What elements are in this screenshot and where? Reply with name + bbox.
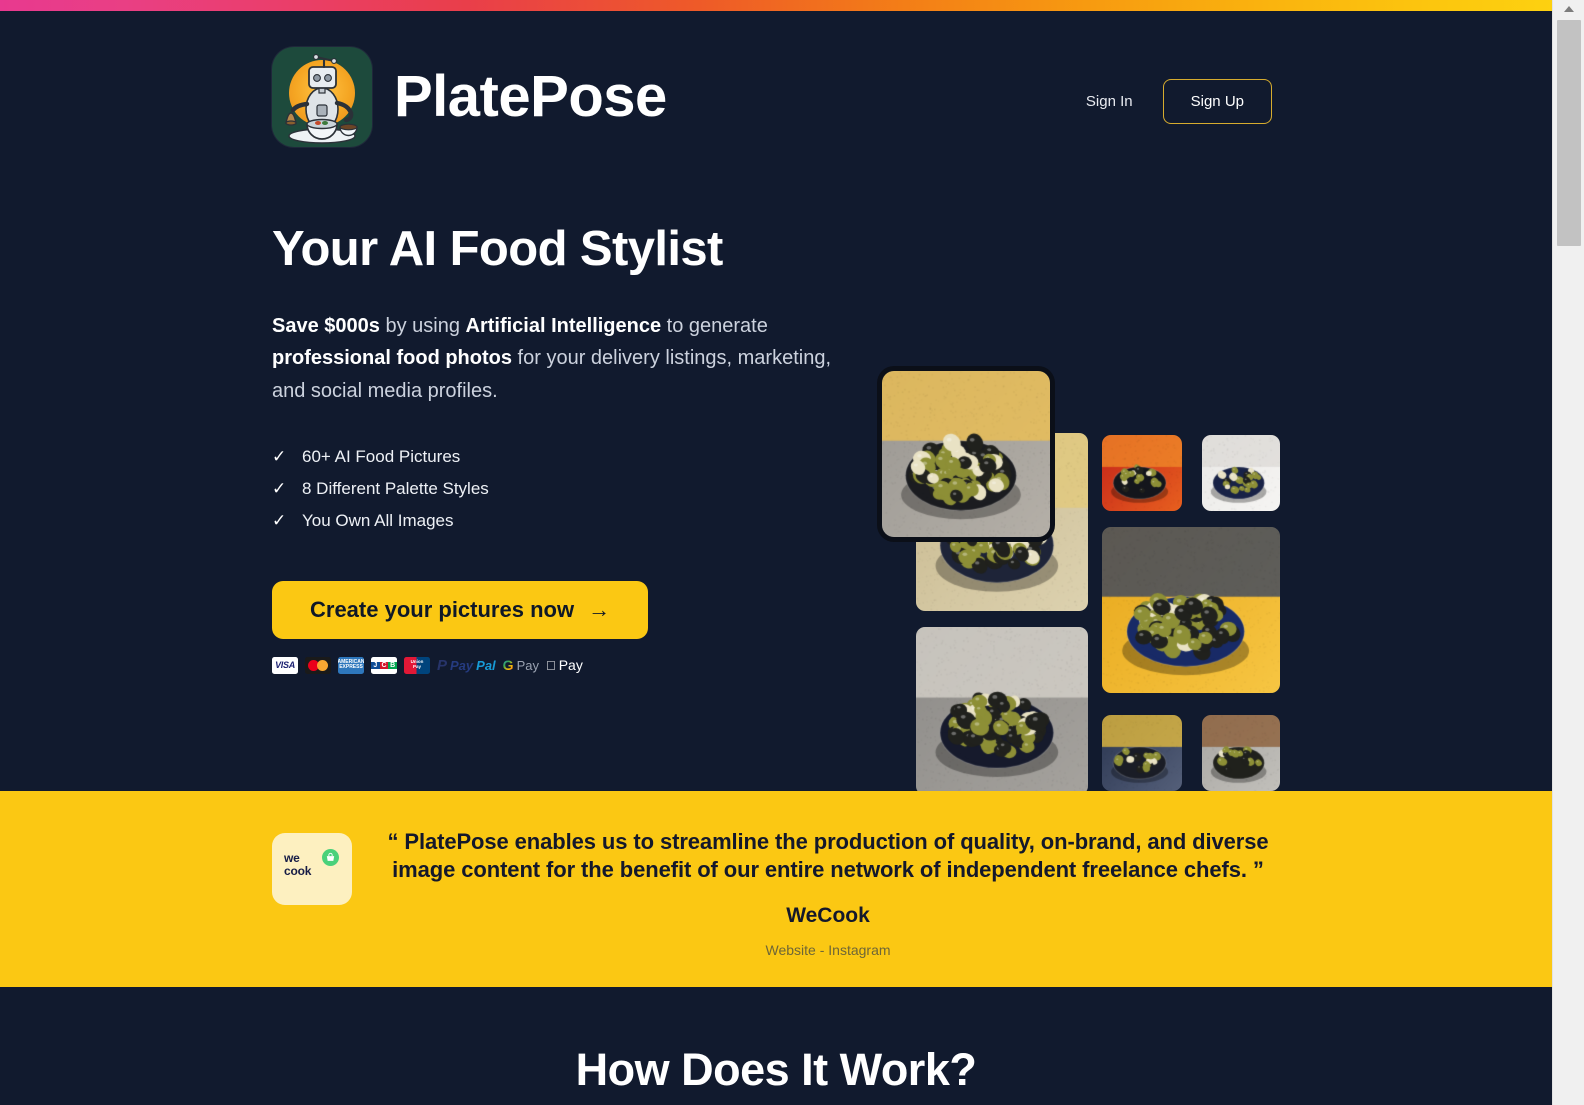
scrollbar-thumb[interactable] [1557, 20, 1581, 246]
top-gradient-bar [0, 0, 1552, 11]
hero-sub-text-2: by using [379, 314, 466, 337]
testimonial-quote: “ PlatePose enables us to streamline the… [374, 828, 1282, 884]
close-quote-mark: ” [1252, 857, 1264, 883]
list-item: ✓ 8 Different Palette Styles [272, 473, 852, 505]
header-actions: Sign In Sign Up [1082, 79, 1272, 124]
wecook-logo-line1: we [284, 851, 300, 865]
instagram-link[interactable]: Instagram [828, 942, 890, 958]
how-it-works-title: How Does It Work? [575, 1044, 977, 1095]
hero-sub-bold-5: professional food photos [272, 347, 512, 370]
olive-bowl-red-bar [1102, 435, 1182, 511]
payment-methods-row: VISA AMERICAN EXPRESS JCB Union Pay P Pay Pa… [272, 655, 852, 675]
brand-name: PlatePose [394, 64, 667, 129]
page-viewport: PlatePose Sign In Sign Up Your AI Food S… [0, 0, 1552, 1105]
jcb-icon: JCB [371, 656, 397, 674]
olive-bowl-grey-counter [916, 627, 1088, 795]
olive-bowl-yellow-table [1102, 527, 1280, 693]
brand-logo[interactable]: PlatePose [272, 47, 667, 147]
olive-bowl-wood-board [1202, 715, 1280, 791]
wecook-logo-line2: cook [284, 863, 312, 878]
list-item: ✓ You Own All Images [272, 505, 852, 537]
olive-plate-living-room [1102, 715, 1182, 791]
link-separator: - [815, 942, 829, 959]
robot-chef-logo-icon [272, 47, 372, 147]
sign-in-button[interactable]: Sign In [1082, 87, 1137, 116]
applepay-icon: Pay [546, 657, 583, 674]
feature-label: 8 Different Palette Styles [302, 479, 489, 499]
amex-icon: AMERICAN EXPRESS [338, 656, 364, 674]
list-item: ✓ 60+ AI Food Pictures [272, 441, 852, 473]
create-pictures-button[interactable]: Create your pictures now → [272, 581, 649, 640]
check-icon: ✓ [272, 447, 287, 467]
hero-sub-bold-1: Save $000s [272, 314, 380, 337]
feature-label: You Own All Images [302, 511, 454, 531]
arrow-right-icon: → [588, 597, 611, 623]
how-it-works-section: How Does It Work? [0, 987, 1552, 1105]
testimonial-section: we cook “ PlatePose enables us to stream… [0, 791, 1552, 987]
hero-title: Your AI Food Stylist [272, 222, 723, 276]
check-icon: ✓ [272, 511, 287, 531]
olive-bowl-kettle-counter [882, 371, 1050, 537]
vertical-scrollbar[interactable] [1552, 0, 1584, 1105]
hero-sub-bold-3: Artificial Intelligence [465, 314, 662, 337]
hero-sub-text-4: to generate [661, 314, 768, 337]
check-icon: ✓ [272, 479, 287, 499]
gpay-icon: G Pay [502, 657, 539, 674]
olive-cup-marble-top [1202, 435, 1280, 511]
cta-label: Create your pictures now [310, 597, 575, 623]
wecook-logo-icon: we cook [272, 833, 352, 905]
unionpay-icon: Union Pay [404, 656, 430, 674]
visa-icon: VISA [272, 656, 298, 674]
site-header: PlatePose Sign In Sign Up [0, 11, 1552, 189]
feature-list: ✓ 60+ AI Food Pictures ✓ 8 Different Pal… [272, 441, 852, 537]
shopping-basket-icon [322, 849, 339, 866]
testimonial-quote-block: “ PlatePose enables us to streamline the… [374, 828, 1282, 958]
testimonial-author: WeCook [786, 904, 870, 928]
sign-up-button[interactable]: Sign Up [1162, 79, 1272, 124]
hero-subtitle: Save $000s by using Artificial Intellige… [272, 310, 840, 407]
quote-body: PlatePose enables us to streamline the p… [392, 829, 1269, 883]
scroll-up-button[interactable] [1553, 0, 1584, 18]
website-link[interactable]: Website [765, 942, 815, 958]
paypal-icon: P Pay Pal [437, 656, 496, 674]
open-quote-mark: “ [387, 829, 399, 854]
feature-label: 60+ AI Food Pictures [302, 447, 461, 467]
hero-section: Your AI Food Stylist Save $000s by using… [0, 189, 1552, 795]
hero-copy: Your AI Food Stylist Save $000s by using… [272, 223, 852, 675]
browser-page: PlatePose Sign In Sign Up Your AI Food S… [0, 0, 1584, 1105]
testimonial-links: Website - Instagram [374, 942, 1282, 958]
food-photo-gallery [882, 181, 1282, 795]
mastercard-icon [305, 656, 331, 674]
